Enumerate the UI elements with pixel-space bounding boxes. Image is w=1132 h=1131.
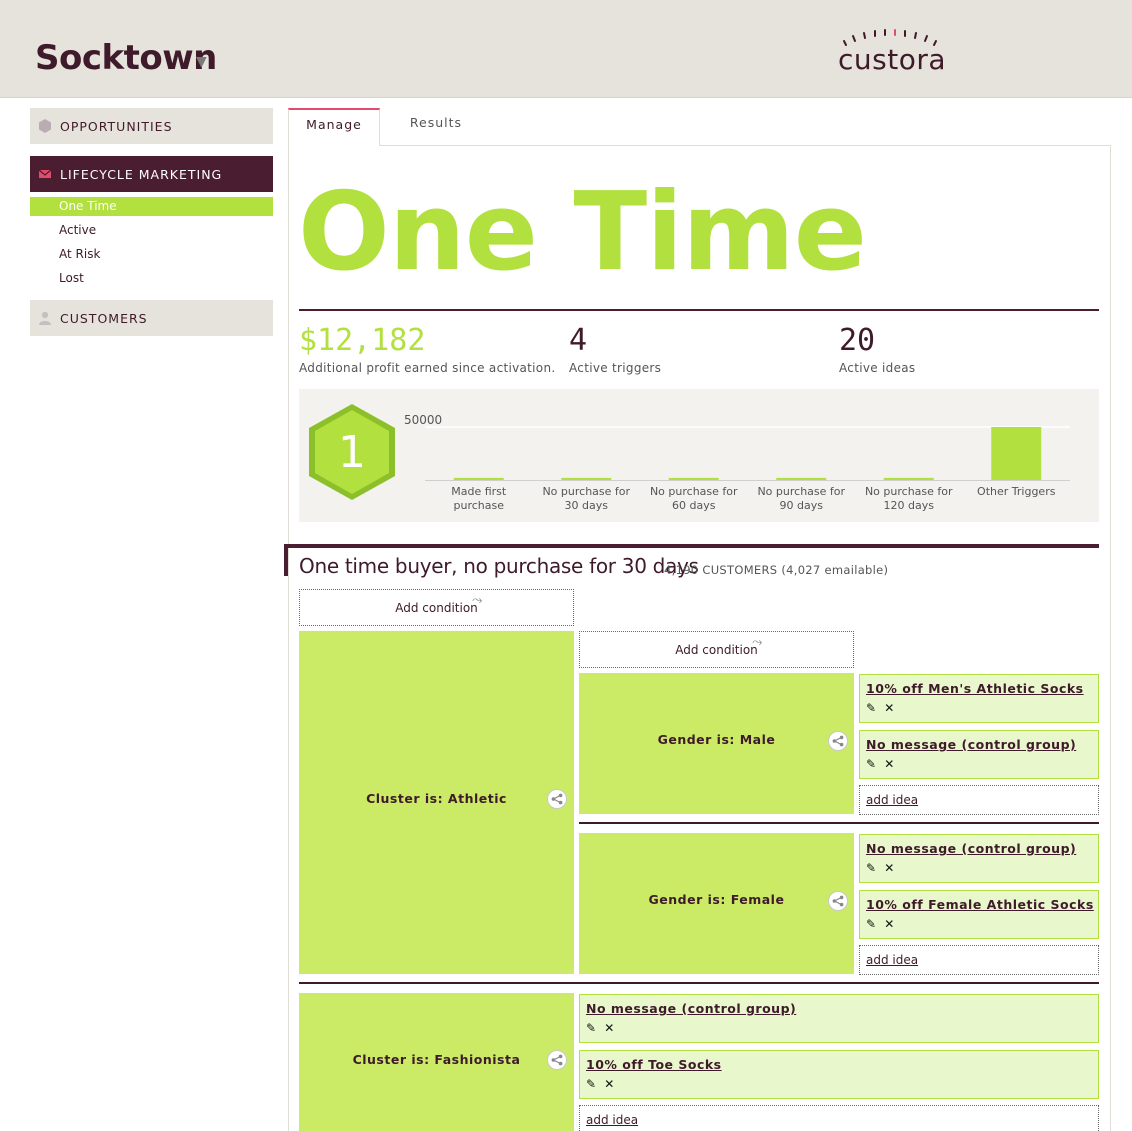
segment-bar	[284, 544, 1099, 548]
add-idea-label: add idea	[866, 953, 919, 967]
add-condition-button[interactable]: Add condition ⤳	[299, 589, 574, 626]
x-tick-label: No purchase for 60 days	[650, 485, 738, 512]
branch-icon: ⤳	[472, 593, 483, 608]
sidebar-item-one-time[interactable]: One Time	[30, 197, 273, 216]
add-idea-button[interactable]: add idea	[859, 785, 1099, 815]
edit-delete-icons[interactable]: ✎ ✕	[866, 701, 896, 715]
edit-delete-icons[interactable]: ✎ ✕	[866, 861, 896, 875]
brand-name[interactable]: Socktown	[35, 38, 217, 78]
add-idea-button[interactable]: add idea	[859, 945, 1099, 975]
share-icon[interactable]	[828, 891, 848, 911]
subgroup-gender-male[interactable]: Gender is: Male	[579, 673, 854, 814]
sidebar-section-opportunities[interactable]: OPPORTUNITIES	[30, 108, 273, 144]
tab-manage[interactable]: Manage	[288, 108, 380, 146]
hexagon-icon	[39, 119, 51, 133]
cluster-fashionista[interactable]: Cluster is: Fashionista	[299, 993, 574, 1131]
x-tick-label: No purchase for 90 days	[757, 485, 845, 512]
idea-link[interactable]: 10% off Female Athletic Socks	[866, 897, 1094, 912]
edit-delete-icons[interactable]: ✎ ✕	[586, 1021, 616, 1035]
chart-bar[interactable]	[883, 477, 934, 480]
add-condition-button[interactable]: Add condition ⤳	[579, 631, 854, 668]
edit-delete-icons[interactable]: ✎ ✕	[866, 917, 896, 931]
idea-card[interactable]: No message (control group) ✎ ✕	[579, 994, 1099, 1043]
cluster-label: Cluster is: Athletic	[366, 791, 507, 806]
subgroup-label: Gender is: Female	[648, 892, 785, 907]
sidebar-item-active[interactable]: Active	[30, 221, 273, 240]
idea-card[interactable]: No message (control group) ✎ ✕	[859, 834, 1099, 883]
chevron-down-icon[interactable]: ▼	[196, 54, 207, 70]
stat-ideas-label: Active ideas	[839, 361, 916, 375]
idea-card[interactable]: 10% off Toe Socks ✎ ✕	[579, 1050, 1099, 1099]
stat-profit-value: $12,182	[299, 323, 426, 358]
add-idea-button[interactable]: add idea	[579, 1105, 1099, 1131]
segment-title: One time buyer, no purchase for 30 days	[299, 554, 699, 578]
stat-ideas-value: 20	[839, 323, 876, 358]
x-tick-label: No purchase for 120 days	[865, 485, 953, 512]
trigger-bar-chart: 50000 Made first purchase No purchase for 30…	[404, 413, 1070, 512]
stat-profit-label: Additional profit earned since activatio…	[299, 361, 556, 375]
add-condition-label: Add condition	[675, 643, 758, 657]
add-idea-label: add idea	[866, 793, 919, 807]
y-tick-label: 50000	[404, 413, 442, 427]
edit-delete-icons[interactable]: ✎ ✕	[586, 1077, 616, 1091]
chart-bar[interactable]	[561, 477, 612, 480]
badge-number: 1	[338, 427, 366, 478]
stat-triggers-value: 4	[569, 323, 588, 358]
sidebar-section-customers[interactable]: CUSTOMERS	[30, 300, 273, 336]
branch-icon: ⤳	[752, 635, 763, 650]
app-header: Socktown ▼ custora	[0, 0, 1132, 98]
title-divider	[299, 309, 1099, 311]
sidebar-item-at-risk[interactable]: At Risk	[30, 245, 273, 264]
cluster-divider	[299, 982, 1099, 984]
tab-results[interactable]: Results	[390, 108, 482, 146]
page-title: One Time	[298, 170, 867, 295]
sidebar-section-label: CUSTOMERS	[60, 311, 148, 326]
segment-customer-count: 4,190 CUSTOMERS (4,027 emailable)	[664, 563, 889, 577]
cluster-athletic[interactable]: Cluster is: Athletic	[299, 631, 574, 974]
x-tick-label: Made first purchase	[451, 485, 507, 512]
share-icon[interactable]	[547, 789, 567, 809]
stat-triggers-label: Active triggers	[569, 361, 662, 375]
person-icon	[39, 311, 51, 325]
idea-card[interactable]: 10% off Men's Athletic Socks ✎ ✕	[859, 674, 1099, 723]
chart-bar[interactable]	[776, 477, 827, 480]
edit-delete-icons[interactable]: ✎ ✕	[866, 757, 896, 771]
sidebar-section-label: LIFECYCLE MARKETING	[60, 167, 223, 182]
idea-link[interactable]: No message (control group)	[586, 1001, 796, 1016]
share-icon[interactable]	[828, 731, 848, 751]
idea-link[interactable]: 10% off Toe Socks	[586, 1057, 722, 1072]
idea-link[interactable]: No message (control group)	[866, 841, 1076, 856]
sidebar-item-lost[interactable]: Lost	[30, 269, 273, 288]
add-condition-label: Add condition	[395, 601, 478, 615]
idea-link[interactable]: No message (control group)	[866, 737, 1076, 752]
sidebar-section-label: OPPORTUNITIES	[60, 119, 173, 134]
segment-bar-tick	[284, 544, 288, 576]
cluster-label: Cluster is: Fashionista	[352, 1052, 521, 1067]
sidebar-section-lifecycle-marketing[interactable]: LIFECYCLE MARKETING	[30, 156, 273, 192]
x-tick-label: Other Triggers	[977, 485, 1056, 498]
subgroup-gender-female[interactable]: Gender is: Female	[579, 833, 854, 974]
chart-bar[interactable]	[991, 427, 1042, 480]
x-tick-label: No purchase for 30 days	[542, 485, 630, 512]
hexagon-badge: 1	[309, 404, 395, 500]
add-idea-label: add idea	[586, 1113, 639, 1127]
envelope-icon	[38, 169, 52, 178]
idea-card[interactable]: 10% off Female Athletic Socks ✎ ✕	[859, 890, 1099, 939]
idea-link[interactable]: 10% off Men's Athletic Socks	[866, 681, 1084, 696]
logo-text: custora	[838, 43, 947, 76]
subgroup-label: Gender is: Male	[657, 732, 776, 747]
subgroup-divider	[579, 822, 1099, 824]
chart-bar[interactable]	[668, 477, 719, 480]
chart-bar[interactable]	[453, 477, 504, 480]
idea-card[interactable]: No message (control group) ✎ ✕	[859, 730, 1099, 779]
custora-logo: custora	[838, 27, 947, 77]
share-icon[interactable]	[547, 1050, 567, 1070]
